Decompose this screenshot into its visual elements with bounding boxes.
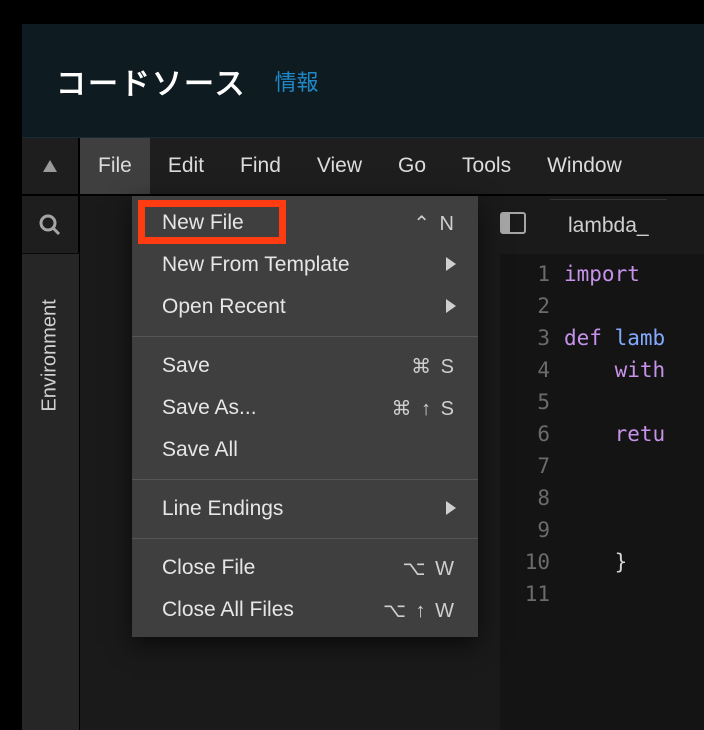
search-icon <box>38 213 62 237</box>
divider <box>132 538 478 539</box>
shortcut: ⌥ W <box>403 556 456 581</box>
chevron-right-icon <box>446 253 456 277</box>
triangle-up-icon <box>43 160 57 172</box>
token-brace: } <box>615 550 628 574</box>
menu-view[interactable]: View <box>299 138 380 194</box>
menu-new-from-template[interactable]: New From Template <box>132 244 478 286</box>
menu-line-endings[interactable]: Line Endings <box>132 488 478 530</box>
token-with: with <box>615 358 666 382</box>
menu-item-label: Open Recent <box>162 295 286 319</box>
shortcut: ⌘ S <box>411 354 456 379</box>
file-menu-dropdown: New File ⌃ N New From Template Open Rece… <box>132 196 478 637</box>
menubar: File Edit Find View Go Tools Window <box>22 138 704 196</box>
collapse-button[interactable] <box>22 138 80 194</box>
chevron-right-icon <box>446 295 456 319</box>
divider <box>132 336 478 337</box>
split-view-icon[interactable] <box>500 212 526 239</box>
line-gutter: 1234567891011 <box>500 258 564 730</box>
header: コードソース 情報 <box>22 24 704 138</box>
menu-item-label: Save As... <box>162 396 257 420</box>
menu-open-recent[interactable]: Open Recent <box>132 286 478 328</box>
sidebar-label: Environment <box>39 299 62 411</box>
menu-close-all-files[interactable]: Close All Files ⌥ ↑ W <box>132 589 478 631</box>
menu-go[interactable]: Go <box>380 138 444 194</box>
token-import: import <box>564 262 640 286</box>
info-link[interactable]: 情報 <box>275 65 319 97</box>
shortcut: ⌥ ↑ W <box>383 598 456 623</box>
page-title: コードソース <box>56 59 247 103</box>
menu-item-label: Close All Files <box>162 598 294 622</box>
menu-find[interactable]: Find <box>222 138 299 194</box>
menu-item-label: Save All <box>162 438 238 462</box>
code-editor[interactable]: 1234567891011 import def lamb with retu … <box>500 254 704 730</box>
divider <box>132 479 478 480</box>
app-frame: コードソース 情報 File Edit Find View Go Tools W… <box>22 24 704 730</box>
menu-close-file[interactable]: Close File ⌥ W <box>132 547 478 589</box>
search-button[interactable] <box>22 196 80 253</box>
code-content[interactable]: import def lamb with retu } <box>564 258 704 730</box>
shortcut: ⌃ N <box>413 211 456 236</box>
menu-edit[interactable]: Edit <box>150 138 222 194</box>
menu-file[interactable]: File <box>80 138 150 194</box>
sidebar[interactable]: Environment <box>22 254 80 730</box>
menu-item-label: Line Endings <box>162 497 283 521</box>
menu-new-file[interactable]: New File ⌃ N <box>132 202 478 244</box>
shortcut: ⌘ ↑ S <box>392 396 456 421</box>
menu-item-label: Close File <box>162 556 255 580</box>
menu-save-as[interactable]: Save As... ⌘ ↑ S <box>132 387 478 429</box>
token-func: lamb <box>615 326 666 350</box>
tab-strip: lambda_ <box>500 196 667 254</box>
menu-save-all[interactable]: Save All <box>132 429 478 471</box>
menu-tools[interactable]: Tools <box>444 138 529 194</box>
menu-item-label: Save <box>162 354 210 378</box>
menu-item-label: New From Template <box>162 253 350 277</box>
token-def: def <box>564 326 602 350</box>
chevron-right-icon <box>446 497 456 521</box>
menu-item-label: New File <box>162 211 244 235</box>
menu-window[interactable]: Window <box>529 138 640 194</box>
token-return: retu <box>615 422 666 446</box>
editor-tab[interactable]: lambda_ <box>550 199 667 252</box>
menu-save[interactable]: Save ⌘ S <box>132 345 478 387</box>
ide: File Edit Find View Go Tools Window lamb… <box>22 138 704 730</box>
